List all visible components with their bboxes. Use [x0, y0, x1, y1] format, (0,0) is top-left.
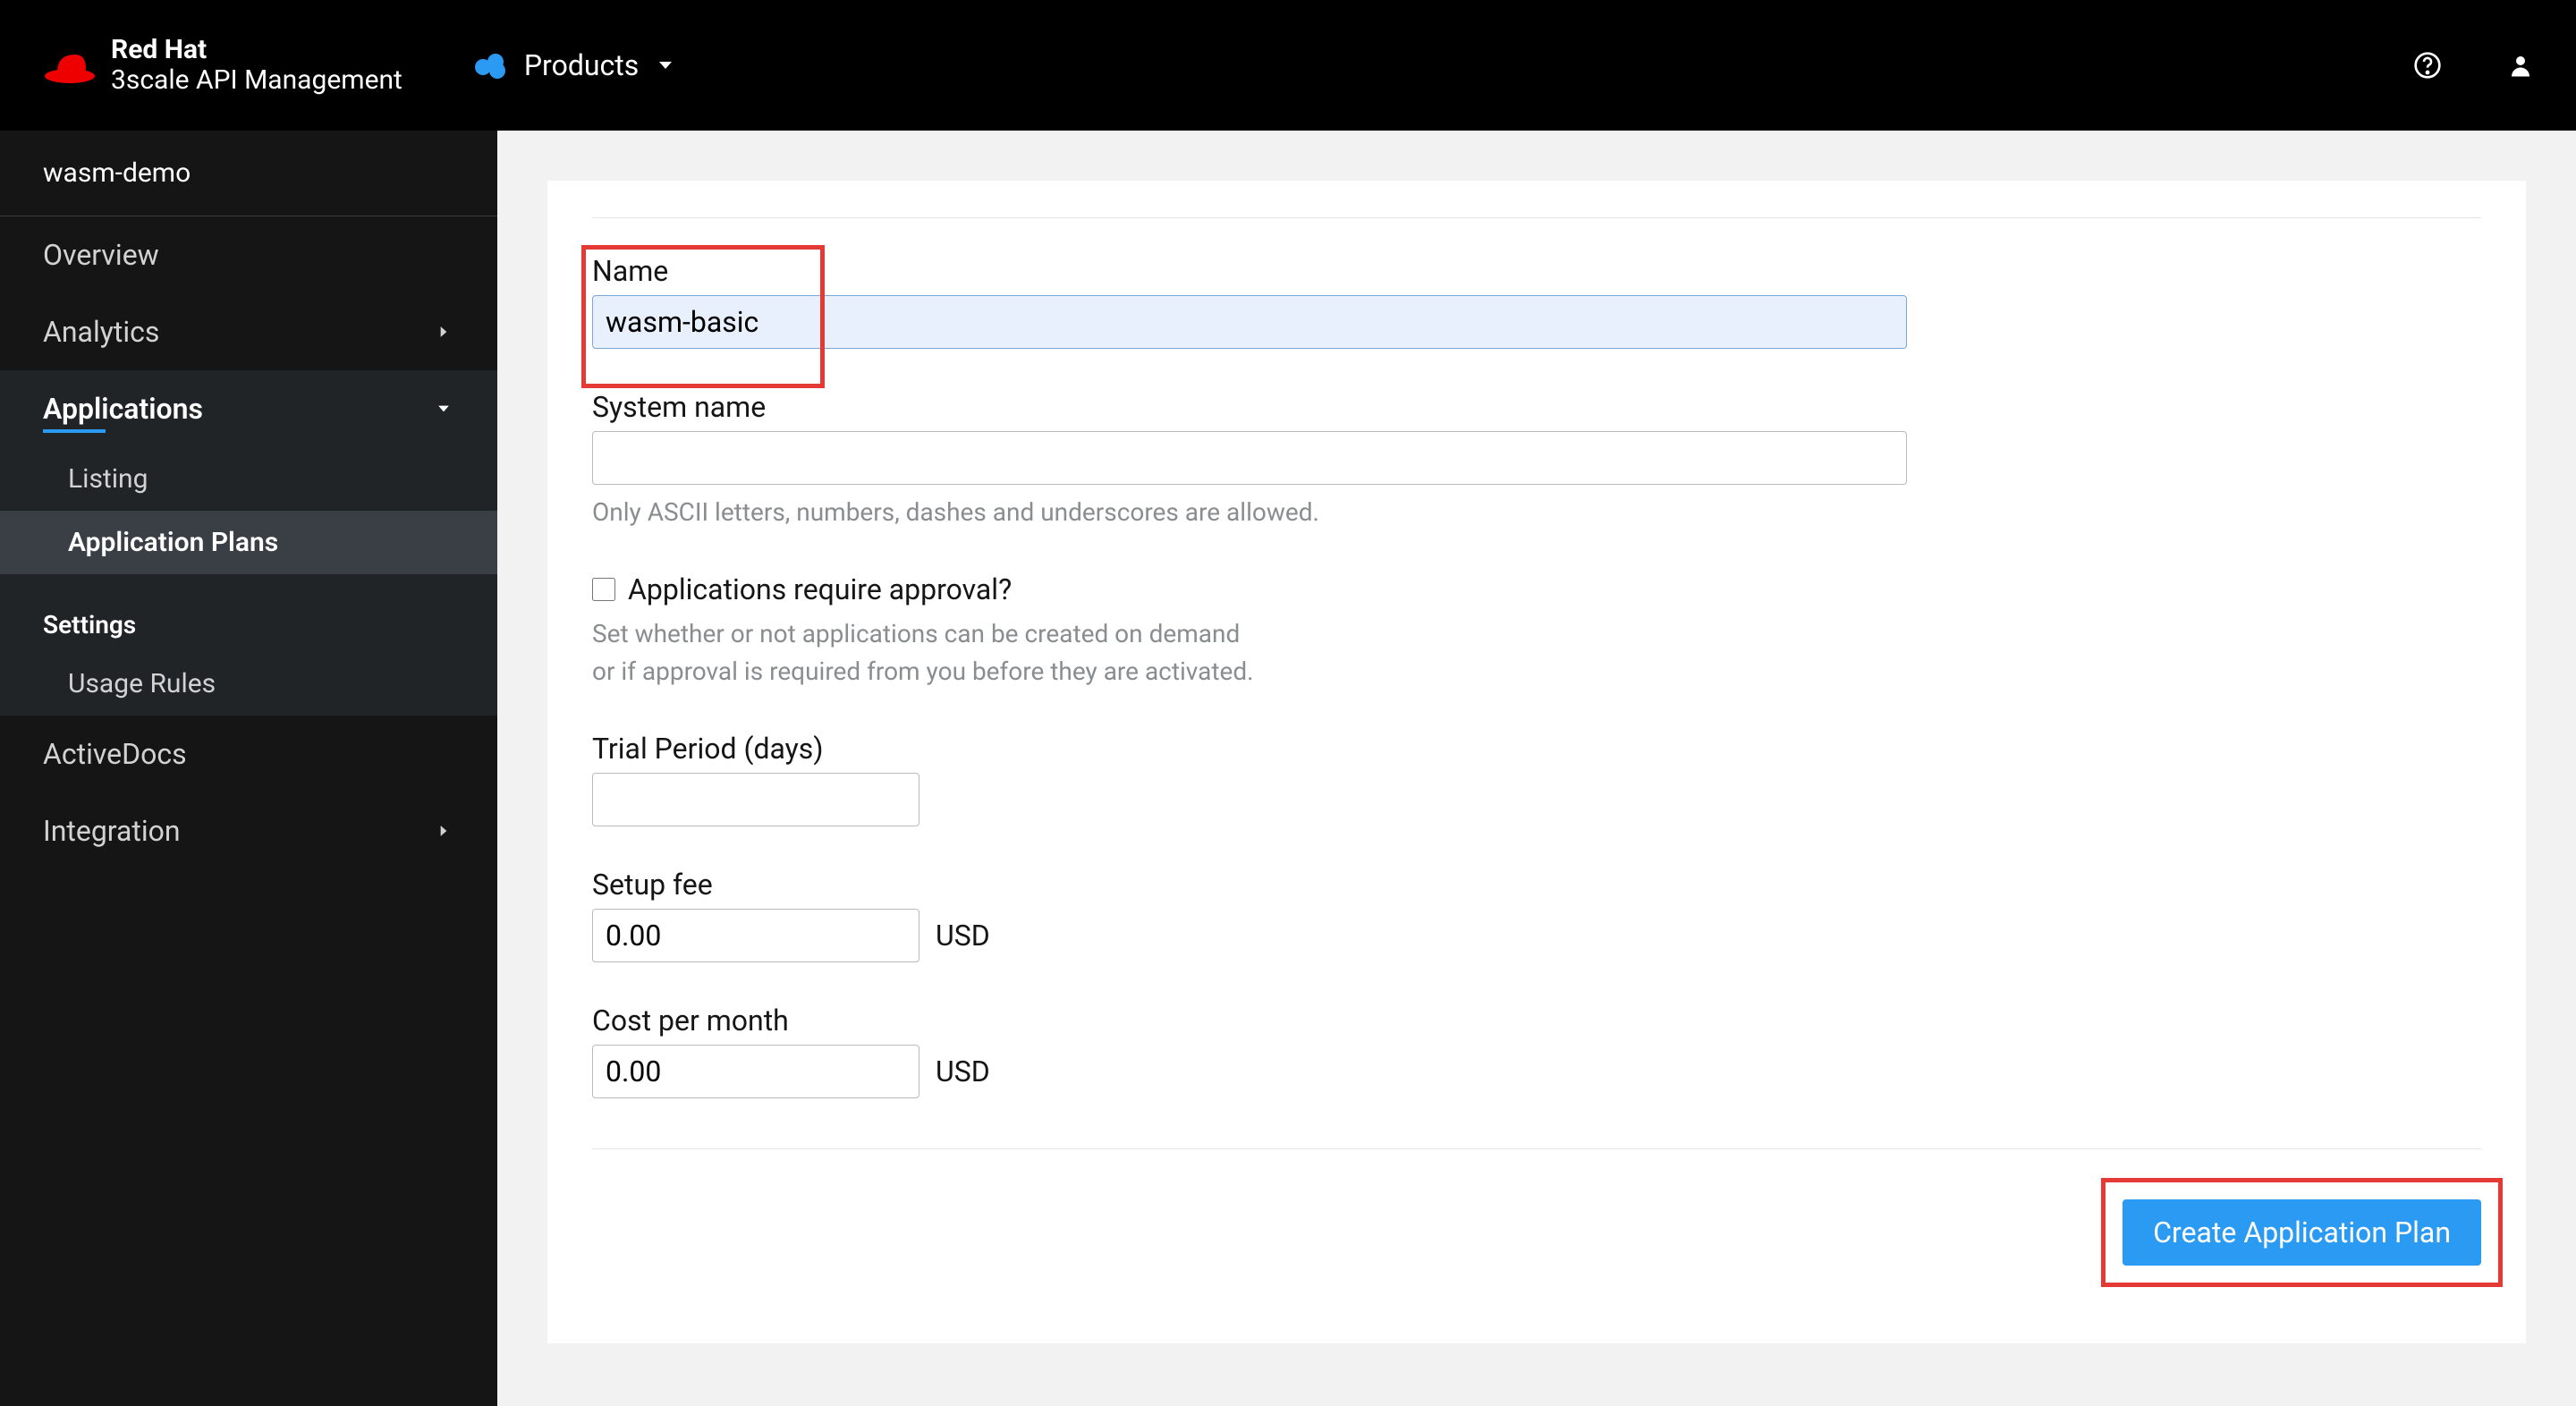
create-application-plan-button[interactable]: Create Application Plan: [2123, 1199, 2481, 1266]
setup-fee-input[interactable]: [592, 909, 919, 962]
sidebar-item-overview[interactable]: Overview: [0, 216, 497, 293]
form-group-cost: Cost per month USD: [592, 1004, 2481, 1098]
chevron-down-icon: [655, 55, 676, 76]
form-panel: Name System name Only ASCII letters, num…: [547, 181, 2526, 1343]
products-icon: [472, 47, 508, 83]
brand[interactable]: Red Hat 3scale API Management: [41, 35, 402, 97]
system-name-help: Only ASCII letters, numbers, dashes and …: [592, 494, 2481, 531]
products-dropdown[interactable]: Products: [472, 47, 676, 83]
approval-help-1: Set whether or not applications can be c…: [592, 615, 2481, 653]
sidebar-item-activedocs[interactable]: ActiveDocs: [0, 716, 497, 792]
setup-fee-label: Setup fee: [592, 868, 2481, 902]
help-icon[interactable]: [2413, 51, 2442, 80]
form-group-name: Name: [592, 254, 2481, 349]
sidebar-item-label: Integration: [43, 814, 181, 848]
sidebar-subitem-usage-rules[interactable]: Usage Rules: [0, 652, 497, 716]
sidebar: wasm-demo Overview Analytics Application…: [0, 131, 497, 1406]
sidebar-subitem-listing[interactable]: Listing: [0, 447, 497, 511]
approval-label: Applications require approval?: [628, 572, 1012, 606]
chevron-right-icon: [433, 321, 454, 343]
trial-label: Trial Period (days): [592, 732, 2481, 766]
cost-label: Cost per month: [592, 1004, 2481, 1038]
sidebar-item-label: ActiveDocs: [43, 737, 187, 771]
form-group-system-name: System name Only ASCII letters, numbers,…: [592, 390, 2481, 531]
brand-title: Red Hat: [111, 35, 402, 66]
form-group-approval: Applications require approval? Set wheth…: [592, 572, 2481, 690]
sidebar-item-label: Applications: [43, 392, 203, 426]
sidebar-item-label: Analytics: [43, 315, 159, 349]
sidebar-subitem-application-plans[interactable]: Application Plans: [0, 511, 497, 574]
trial-input[interactable]: [592, 773, 919, 826]
main-content: Name System name Only ASCII letters, num…: [497, 131, 2576, 1406]
sidebar-item-label: Usage Rules: [68, 668, 216, 699]
products-label: Products: [524, 48, 639, 82]
name-input[interactable]: [592, 295, 1907, 349]
sidebar-item-applications[interactable]: Applications: [0, 370, 497, 447]
approval-help-2: or if approval is required from you befo…: [592, 653, 2481, 690]
top-header: Red Hat 3scale API Management Products: [0, 0, 2576, 131]
form-group-setup-fee: Setup fee USD: [592, 868, 2481, 962]
cost-input[interactable]: [592, 1045, 919, 1098]
sidebar-context-title: wasm-demo: [0, 131, 497, 216]
approval-checkbox[interactable]: [592, 578, 615, 601]
user-icon[interactable]: [2506, 51, 2535, 80]
sidebar-item-integration[interactable]: Integration: [0, 792, 497, 869]
sidebar-item-analytics[interactable]: Analytics: [0, 293, 497, 370]
redhat-logo-icon: [41, 37, 98, 94]
sidebar-item-label: Listing: [68, 463, 148, 495]
sidebar-item-label: Overview: [43, 238, 159, 272]
brand-subtitle: 3scale API Management: [111, 65, 402, 97]
currency-label: USD: [936, 919, 990, 953]
sidebar-section-settings: Settings: [0, 574, 497, 652]
currency-label: USD: [936, 1054, 990, 1088]
form-group-trial: Trial Period (days): [592, 732, 2481, 826]
sidebar-section-label: Settings: [43, 610, 136, 639]
name-label: Name: [592, 254, 2481, 288]
chevron-down-icon: [433, 398, 454, 419]
system-name-label: System name: [592, 390, 2481, 424]
sidebar-item-label: Application Plans: [68, 527, 278, 558]
system-name-input[interactable]: [592, 431, 1907, 485]
chevron-right-icon: [433, 820, 454, 842]
